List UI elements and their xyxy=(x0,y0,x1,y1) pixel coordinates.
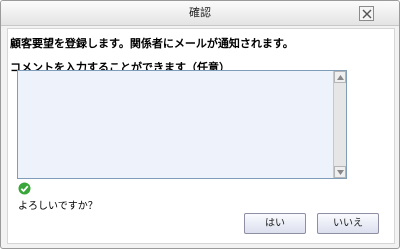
confirm-question: よろしいですか？ xyxy=(18,201,98,212)
arrow-down-icon xyxy=(337,170,344,175)
confirm-dialog: 確認 顧客要望を登録します。関係者にメールが通知されます。 コメントを入力するこ… xyxy=(0,0,400,249)
yes-button[interactable]: はい xyxy=(244,213,306,234)
no-button[interactable]: いいえ xyxy=(317,213,379,234)
scroll-up-button[interactable] xyxy=(334,71,346,83)
dialog-message: 顧客要望を登録します。関係者にメールが通知されます。 xyxy=(10,37,294,50)
close-button[interactable] xyxy=(359,6,374,21)
comment-input[interactable] xyxy=(18,71,334,178)
comment-scrollbar[interactable] xyxy=(333,71,346,178)
arrow-up-icon xyxy=(337,75,344,80)
check-circle-icon xyxy=(18,182,31,195)
close-icon xyxy=(362,9,372,19)
dialog-titlebar: 確認 xyxy=(1,1,399,26)
scroll-down-button[interactable] xyxy=(334,166,346,178)
comment-box xyxy=(17,70,347,179)
dialog-title: 確認 xyxy=(189,6,211,19)
